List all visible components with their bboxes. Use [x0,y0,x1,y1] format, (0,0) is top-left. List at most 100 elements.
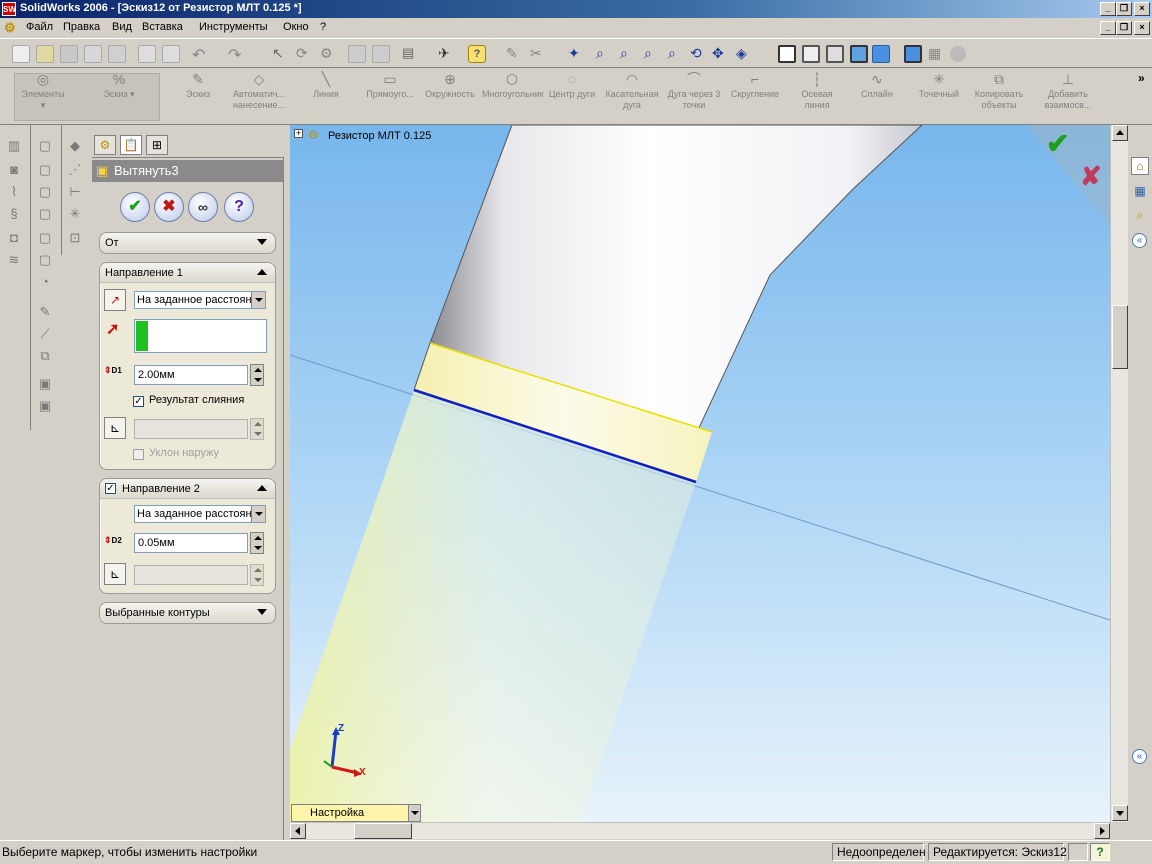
extruded-boss-icon[interactable]: ▥ [5,137,23,155]
scroll-right-button[interactable] [1094,823,1110,839]
hole-icon[interactable]: ▢ [36,205,54,223]
ok-button[interactable]: ✔ [120,192,150,222]
cm-tangent-arc-button[interactable]: ◠ Касательная дуга [604,71,660,111]
zoom-area-icon[interactable]: ⌕ [620,45,638,63]
menu-edit[interactable]: Правка [63,21,100,33]
confirm-ok-icon[interactable]: ✔ [1046,127,1069,160]
direction1-header[interactable]: Направление 1 [100,263,275,283]
cm-circle-button[interactable]: ⊕ Окружность [422,71,478,100]
swept-boss-icon[interactable]: ⌇ [5,183,23,201]
cm-copy-entities-button[interactable]: ⧉ Копировать объекты [970,71,1028,111]
zoom-fit-icon[interactable]: ⌕ [596,45,614,63]
draft2-toggle-icon[interactable]: ⊾ [104,563,126,585]
zoom-out-icon[interactable]: ⌕ [668,45,686,63]
draft-toggle-icon[interactable]: ⊾ [104,417,126,439]
cm-rectangle-button[interactable]: ▭ Прямоуго... [362,71,418,100]
realview-icon[interactable] [950,46,966,62]
reference-geometry-icon[interactable]: ◆ [66,137,84,155]
redo-icon[interactable]: ↷ [228,45,246,64]
rebuild2-icon[interactable]: ✂ [530,45,548,63]
collapse-pane-icon[interactable]: « [1132,233,1147,248]
vertical-scrollbar[interactable] [1110,125,1128,822]
options-icon[interactable]: ⚙ [320,45,338,63]
doc-minimize-button[interactable]: _ [1100,21,1116,35]
home-icon[interactable]: ⌂ [1131,157,1149,175]
cm-add-relation-button[interactable]: ⊥ Добавить взаимосв... [1040,71,1096,111]
revolved-boss-icon[interactable]: ◙ [5,161,23,179]
cm-polygon-button[interactable]: ⬡ Многоугольник [482,71,544,100]
coordinate-system-icon[interactable]: ⊢ [66,183,84,201]
standard-views-icon[interactable]: ◈ [736,45,754,63]
depth1-spinner[interactable] [250,364,264,386]
cm-more-button[interactable]: » [1138,71,1145,85]
app-icon[interactable]: SW [2,2,16,16]
layer-icon[interactable]: ▤ [402,45,420,63]
zoom-in-icon[interactable]: ⌕ [644,45,662,63]
print-preview-icon[interactable] [108,45,126,63]
settings-dropdown[interactable]: Настройка [291,804,421,822]
hidden-lines-visible-icon[interactable] [802,45,820,63]
preview-button[interactable]: ∞ [188,192,218,222]
shaded-edges-icon[interactable] [850,45,868,63]
chevron-down-icon[interactable] [408,805,420,821]
shell-icon[interactable]: ≋ [5,251,23,269]
cm-centerline-button[interactable]: ┆ Осевая линия [792,71,842,111]
rebuild-icon[interactable]: ⟳ [296,45,314,63]
cm-centerpoint-arc-button[interactable]: ◌ Центр дуги [546,71,598,100]
menu-insert[interactable]: Вставка [142,21,183,33]
section-view-icon[interactable]: ▦ [928,45,946,63]
wireframe-icon[interactable] [778,45,796,63]
vertical-scroll-thumb[interactable] [1112,305,1128,369]
cm-spline-button[interactable]: ∿ Сплайн [854,71,900,100]
cut-revolve-icon[interactable]: ▢ [36,183,54,201]
scroll-left-button[interactable] [290,823,306,839]
open-icon[interactable] [36,45,54,63]
cut-icon[interactable] [138,45,156,63]
draft-angle-input[interactable] [134,419,248,439]
table-icon[interactable] [372,45,390,63]
sketch-edit-icon[interactable]: ✎ [36,303,54,321]
cancel-button[interactable]: ✖ [154,192,184,222]
menu-file[interactable]: Файл [26,21,53,33]
document-icon[interactable]: ⚙ [4,20,20,36]
mirror-icon[interactable]: ⧉ [36,347,54,365]
doc-close-button[interactable]: × [1134,21,1150,35]
mate-reference-icon[interactable]: ⊡ [66,229,84,247]
lofted-boss-icon[interactable]: § [5,205,23,223]
status-help-icon[interactable]: ? [1090,843,1110,861]
direction2-header[interactable]: ✓ Направление 2 [100,479,275,499]
menu-help[interactable]: ? [320,21,326,33]
menu-window[interactable]: Окно [283,21,309,33]
tree-root-label[interactable]: Резистор МЛТ 0.125 [328,130,431,142]
confirm-cancel-icon[interactable]: ✘ [1080,161,1102,192]
tree-expand-toggle[interactable]: + [294,129,303,138]
draft-outward-checkbox[interactable] [133,449,144,460]
selected-contours-header[interactable]: Выбранные контуры [100,603,275,623]
hidden-lines-removed-icon[interactable] [826,45,844,63]
save-icon[interactable] [60,45,78,63]
smart-dimension-icon[interactable]: ⟋ [36,325,54,343]
cm-features-button[interactable]: ◎ Элементы ▾ [18,71,68,111]
cm-autodim-button[interactable]: ◇ Автоматич... нанесение... [226,71,292,111]
draft-angle-spinner[interactable] [250,418,264,440]
direction2-end-condition-select[interactable]: На заданное расстоян [134,505,266,523]
reverse-direction-icon[interactable]: ↗ [104,289,126,311]
expand-pane-icon[interactable]: « [1132,749,1147,764]
from-group[interactable]: От [99,232,276,254]
copy-icon[interactable] [162,45,180,63]
cm-3point-arc-button[interactable]: ⌒ Дуга через 3 точки [666,71,722,111]
point-ref-icon[interactable]: ✳ [66,205,84,223]
depth2-input[interactable]: 0.05мм [134,533,248,553]
cm-line-button[interactable]: ╲ Линия [306,71,346,100]
depth1-input[interactable]: 2.00мм [134,365,248,385]
help-icon[interactable]: ? [468,45,486,63]
fillet-feature-icon[interactable]: ◘ [5,229,23,247]
direction2-checkbox[interactable]: ✓ [105,483,116,494]
design-library-icon[interactable]: ▦ [1131,183,1149,201]
minimize-button[interactable]: _ [1100,2,1116,16]
rib-icon[interactable]: ▢ [36,251,54,269]
select-filter-icon[interactable]: ✈ [438,45,456,63]
print-icon[interactable] [84,45,102,63]
help-button[interactable]: ? [224,192,254,222]
convert-entities-icon[interactable]: ▣ [36,397,54,415]
